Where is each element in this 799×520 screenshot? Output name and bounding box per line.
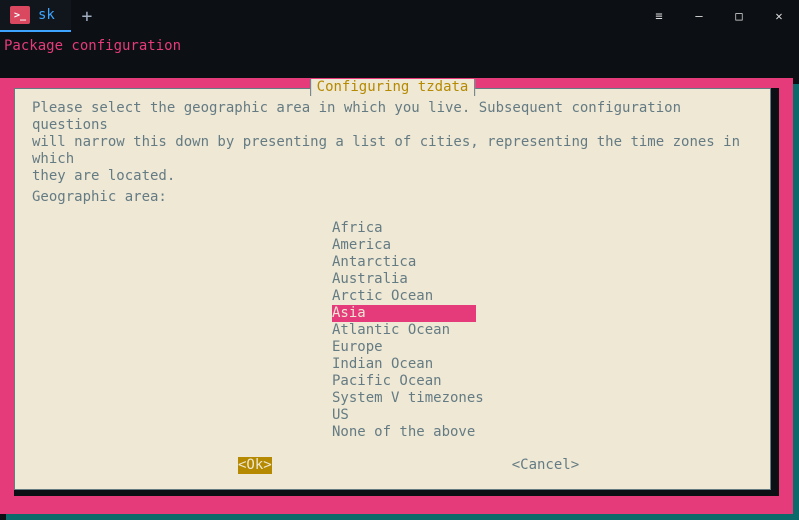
list-item[interactable]: Antarctica — [22, 254, 763, 271]
list-item-label: Indian Ocean — [332, 356, 433, 373]
tab-terminal[interactable]: >_ sk — [0, 0, 71, 32]
hamburger-menu-button[interactable]: ≡ — [639, 0, 679, 32]
list-item[interactable]: Arctic Ocean — [22, 288, 763, 305]
list-item[interactable]: America — [22, 237, 763, 254]
ok-button[interactable]: <Ok> — [238, 457, 272, 474]
list-item[interactable]: Asia — [22, 305, 763, 322]
new-tab-button[interactable]: + — [71, 6, 103, 27]
minimize-button[interactable]: — — [679, 0, 719, 32]
list-item-label: System V timezones — [332, 390, 484, 407]
tab-label: sk — [38, 7, 55, 23]
list-item-label: America — [332, 237, 391, 254]
page-heading: Package configuration — [0, 32, 799, 55]
list-item[interactable]: Atlantic Ocean — [22, 322, 763, 339]
list-item[interactable]: System V timezones — [22, 390, 763, 407]
window-controls: ≡ — □ ✕ — [639, 0, 799, 32]
list-item-label: Antarctica — [332, 254, 416, 271]
list-item[interactable]: Europe — [22, 339, 763, 356]
list-item-label: None of the above — [332, 424, 475, 441]
list-item[interactable]: None of the above — [22, 424, 763, 441]
list-item-label: Asia — [332, 305, 476, 322]
dialog-button-row: <Ok> <Cancel> — [22, 453, 763, 482]
list-item-label: Africa — [332, 220, 383, 237]
list-item-label: Pacific Ocean — [332, 373, 442, 390]
list-item-label: Arctic Ocean — [332, 288, 433, 305]
list-item[interactable]: Indian Ocean — [22, 356, 763, 373]
list-item[interactable]: Pacific Ocean — [22, 373, 763, 390]
dialog-configuring-tzdata: Configuring tzdata Please select the geo… — [14, 88, 779, 496]
list-item-label: Atlantic Ocean — [332, 322, 450, 339]
dialog-instructions: Please select the geographic area in whi… — [22, 88, 763, 189]
dialog-prompt: Geographic area: — [22, 189, 763, 210]
terminal-icon: >_ — [10, 6, 30, 24]
terminal-area: Package configuration Configuring tzdata… — [0, 32, 799, 520]
list-item[interactable]: Africa — [22, 220, 763, 237]
list-item[interactable]: US — [22, 407, 763, 424]
list-item-label: Europe — [332, 339, 383, 356]
list-item[interactable]: Australia — [22, 271, 763, 288]
maximize-button[interactable]: □ — [719, 0, 759, 32]
cancel-button[interactable]: <Cancel> — [512, 457, 579, 474]
geographic-area-list[interactable]: AfricaAmericaAntarcticaAustraliaArctic O… — [22, 220, 763, 441]
close-window-button[interactable]: ✕ — [759, 0, 799, 32]
window-titlebar: >_ sk + ≡ — □ ✕ — [0, 0, 799, 32]
dialog-backdrop: Configuring tzdata Please select the geo… — [0, 78, 793, 514]
list-item-label: Australia — [332, 271, 408, 288]
list-item-label: US — [332, 407, 349, 424]
